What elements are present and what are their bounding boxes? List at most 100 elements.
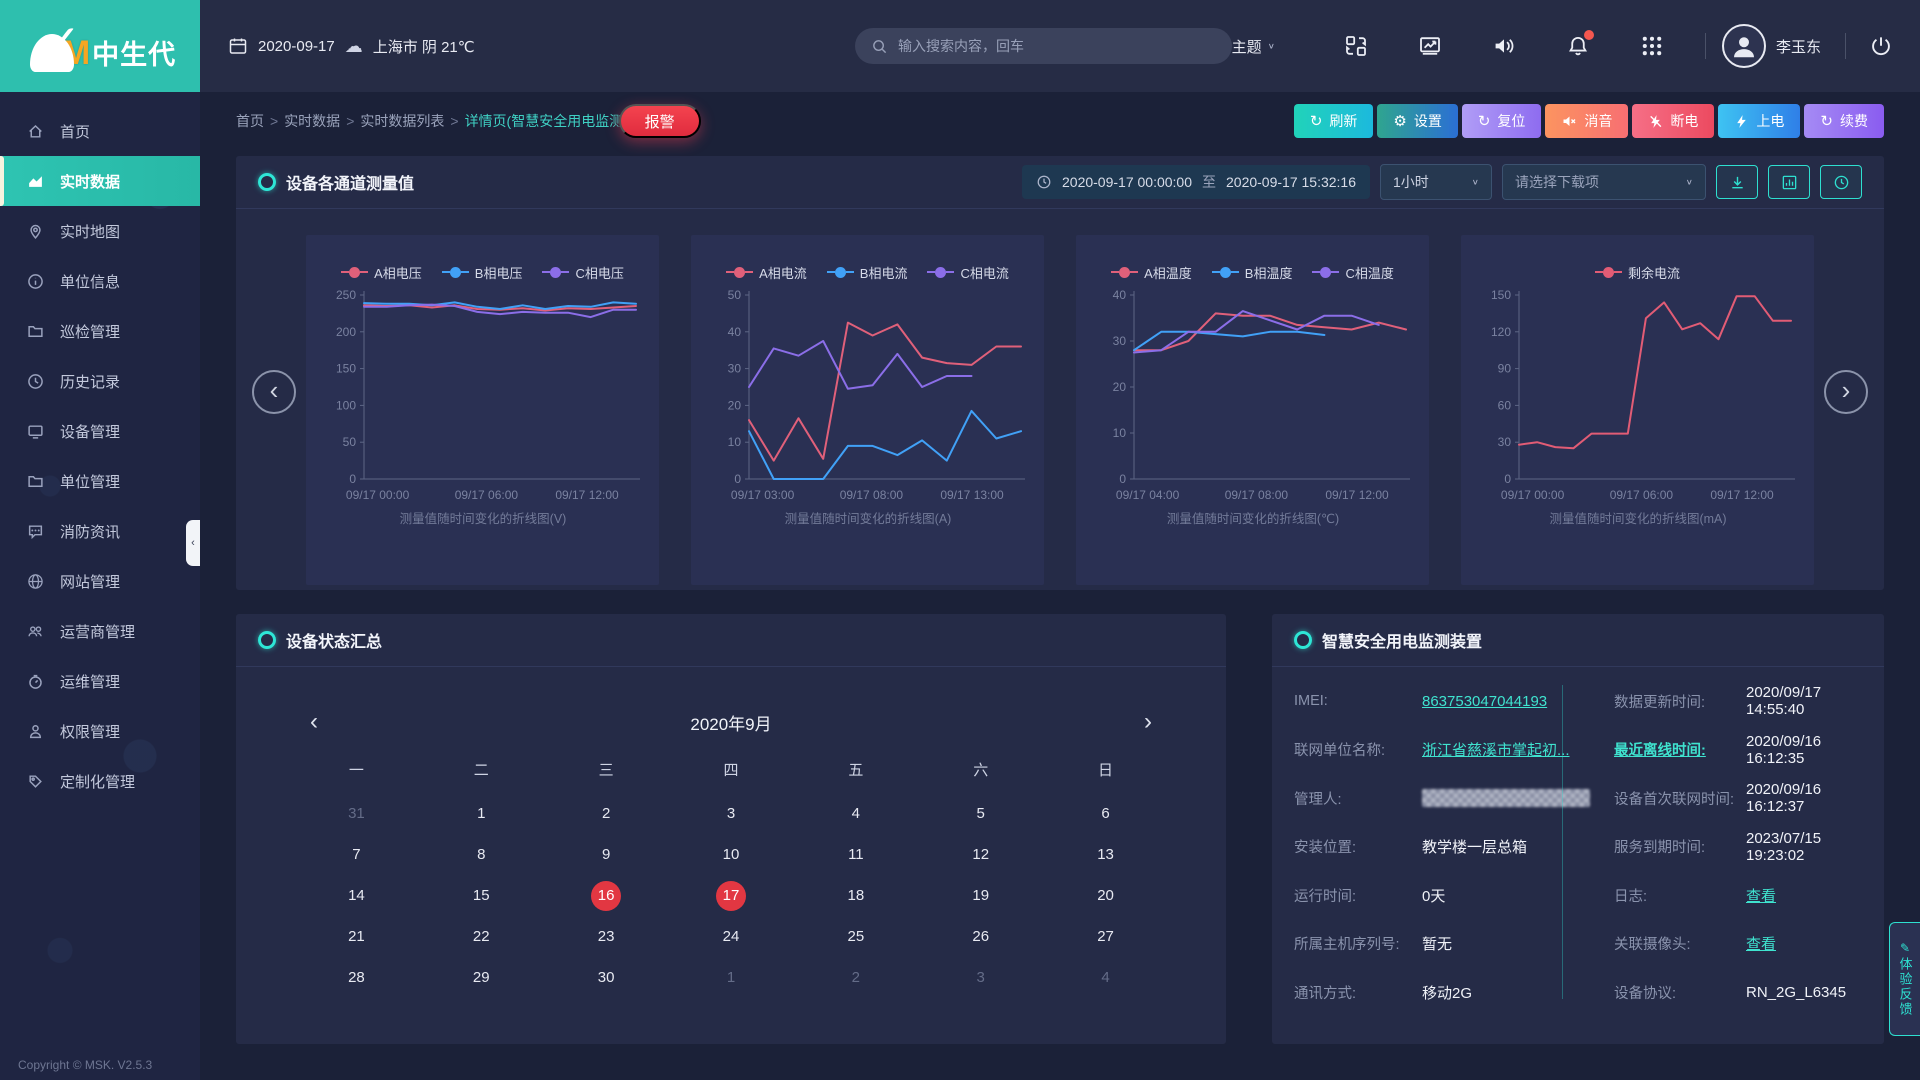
calendar-day[interactable]: 2 <box>793 957 918 998</box>
dashboard-chart-icon[interactable] <box>1417 33 1443 59</box>
mute-button[interactable]: 消音 <box>1545 104 1628 138</box>
sidebar-item-realtime-map[interactable]: 实时地图 <box>0 206 200 256</box>
renew-button[interactable]: ↻续费 <box>1804 104 1884 138</box>
power-on-button[interactable]: 上电 <box>1718 104 1800 138</box>
username[interactable]: 李玉东 <box>1776 36 1821 57</box>
calendar-day[interactable]: 10 <box>669 834 794 875</box>
sidebar-item-realtime-data[interactable]: 实时数据 <box>0 156 200 206</box>
sidebar-item-website-mgmt[interactable]: 网站管理 <box>0 556 200 606</box>
info-label[interactable]: 最近离线时间: <box>1614 739 1746 760</box>
legend-item[interactable]: A相温度 <box>1111 263 1192 282</box>
calendar-day[interactable]: 3 <box>918 957 1043 998</box>
calendar-day[interactable]: 28 <box>294 957 419 998</box>
theme-select[interactable]: 主题 ∨ <box>1232 36 1275 57</box>
feedback-button[interactable]: ✎ 体验反馈 <box>1889 922 1920 1036</box>
calendar-prev-button[interactable]: ‹ <box>294 708 334 736</box>
settings-button[interactable]: ⚙设置 <box>1377 104 1457 138</box>
calendar-day[interactable]: 31 <box>294 793 419 834</box>
legend-item[interactable]: A相电压 <box>341 263 422 282</box>
calendar-day[interactable]: 23 <box>544 916 669 957</box>
carousel-next-button[interactable]: › <box>1824 370 1868 414</box>
power-logout-icon[interactable] <box>1868 33 1894 59</box>
calendar-day[interactable]: 4 <box>1043 957 1168 998</box>
legend-item[interactable]: A相电流 <box>726 263 807 282</box>
sidebar-item-home[interactable]: 首页 <box>0 106 200 156</box>
download-button[interactable] <box>1716 165 1758 199</box>
history-clock-button[interactable] <box>1820 165 1862 199</box>
calendar-day[interactable]: 5 <box>918 793 1043 834</box>
calendar-day[interactable]: 17 <box>669 875 794 916</box>
sidebar-item-inspection[interactable]: 巡检管理 <box>0 306 200 356</box>
sidebar-item-unit-info[interactable]: 单位信息 <box>0 256 200 306</box>
users-icon <box>26 623 44 640</box>
calendar-day[interactable]: 8 <box>419 834 544 875</box>
info-value-link[interactable]: 查看 <box>1746 933 1776 954</box>
screen-switch-icon[interactable] <box>1343 33 1369 59</box>
sidebar-item-customization[interactable]: 定制化管理 <box>0 756 200 806</box>
calendar-day[interactable]: 3 <box>669 793 794 834</box>
calendar-day[interactable]: 9 <box>544 834 669 875</box>
interval-select[interactable]: 1小时 ∨ <box>1380 164 1492 200</box>
calendar-day[interactable]: 22 <box>419 916 544 957</box>
download-select[interactable]: 请选择下载项 ∨ <box>1502 164 1706 200</box>
sidebar-item-history[interactable]: 历史记录 <box>0 356 200 406</box>
sidebar-item-ops-mgmt[interactable]: 运维管理 <box>0 656 200 706</box>
legend-item[interactable]: B相电流 <box>827 263 908 282</box>
breadcrumb-item[interactable]: 首页 <box>236 111 264 131</box>
svg-text:30: 30 <box>727 362 741 376</box>
notification-bell-icon[interactable] <box>1565 33 1591 59</box>
refresh-button[interactable]: ↻刷新 <box>1294 104 1374 138</box>
breadcrumb-item[interactable]: 实时数据 <box>284 111 340 131</box>
legend-item[interactable]: C相温度 <box>1312 263 1393 282</box>
user-avatar[interactable] <box>1722 24 1766 68</box>
sidebar-item-fire-news[interactable]: 消防资讯 <box>0 506 200 556</box>
calendar-day[interactable]: 18 <box>793 875 918 916</box>
reset-button[interactable]: ↻复位 <box>1462 104 1542 138</box>
calendar-day[interactable]: 20 <box>1043 875 1168 916</box>
apps-grid-icon[interactable] <box>1639 33 1665 59</box>
calendar-day[interactable]: 7 <box>294 834 419 875</box>
calendar-day[interactable]: 25 <box>793 916 918 957</box>
calendar-day[interactable]: 30 <box>544 957 669 998</box>
calendar-day[interactable]: 21 <box>294 916 419 957</box>
calendar-day[interactable]: 1 <box>669 957 794 998</box>
sidebar-item-device-mgmt[interactable]: 设备管理 <box>0 406 200 456</box>
info-value-link[interactable]: 863753047044193 <box>1422 693 1547 710</box>
calendar-day[interactable]: 11 <box>793 834 918 875</box>
sidebar-collapse-handle[interactable]: ‹ <box>186 520 200 566</box>
calendar-day[interactable]: 15 <box>419 875 544 916</box>
calendar-next-button[interactable]: › <box>1128 708 1168 736</box>
datetime-range-picker[interactable]: 2020-09-17 00:00:00 至 2020-09-17 15:32:1… <box>1022 165 1370 199</box>
calendar-day[interactable]: 1 <box>419 793 544 834</box>
carousel-prev-button[interactable]: ‹ <box>252 370 296 414</box>
legend-item[interactable]: B相电压 <box>442 263 523 282</box>
breadcrumb-item[interactable]: 实时数据列表 <box>360 111 444 131</box>
power-off-button[interactable]: 断电 <box>1632 104 1714 138</box>
calendar-day[interactable]: 27 <box>1043 916 1168 957</box>
alarm-button[interactable]: 报警 <box>619 104 701 138</box>
calendar-day[interactable]: 2 <box>544 793 669 834</box>
legend-item[interactable]: C相电流 <box>927 263 1008 282</box>
chart-view-button[interactable] <box>1768 165 1810 199</box>
legend-item[interactable]: C相电压 <box>542 263 623 282</box>
info-value-link[interactable]: 查看 <box>1746 885 1776 906</box>
legend-item[interactable]: 剩余电流 <box>1595 263 1680 282</box>
sidebar-item-unit-mgmt[interactable]: 单位管理 <box>0 456 200 506</box>
calendar-day[interactable]: 29 <box>419 957 544 998</box>
info-label: 设备首次联网时间: <box>1614 788 1746 809</box>
calendar-day[interactable]: 19 <box>918 875 1043 916</box>
calendar-day[interactable]: 13 <box>1043 834 1168 875</box>
legend-item[interactable]: B相温度 <box>1212 263 1293 282</box>
speaker-icon[interactable] <box>1491 33 1517 59</box>
calendar-day[interactable]: 16 <box>544 875 669 916</box>
search-input[interactable] <box>896 37 1216 55</box>
calendar-day[interactable]: 14 <box>294 875 419 916</box>
calendar-day[interactable]: 4 <box>793 793 918 834</box>
calendar-day[interactable]: 6 <box>1043 793 1168 834</box>
calendar-day[interactable]: 12 <box>918 834 1043 875</box>
sidebar-item-permission-mgmt[interactable]: 权限管理 <box>0 706 200 756</box>
calendar-day[interactable]: 26 <box>918 916 1043 957</box>
info-value-link[interactable]: 浙江省慈溪市掌起初... <box>1422 739 1570 760</box>
sidebar-item-operator-mgmt[interactable]: 运营商管理 <box>0 606 200 656</box>
calendar-day[interactable]: 24 <box>669 916 794 957</box>
